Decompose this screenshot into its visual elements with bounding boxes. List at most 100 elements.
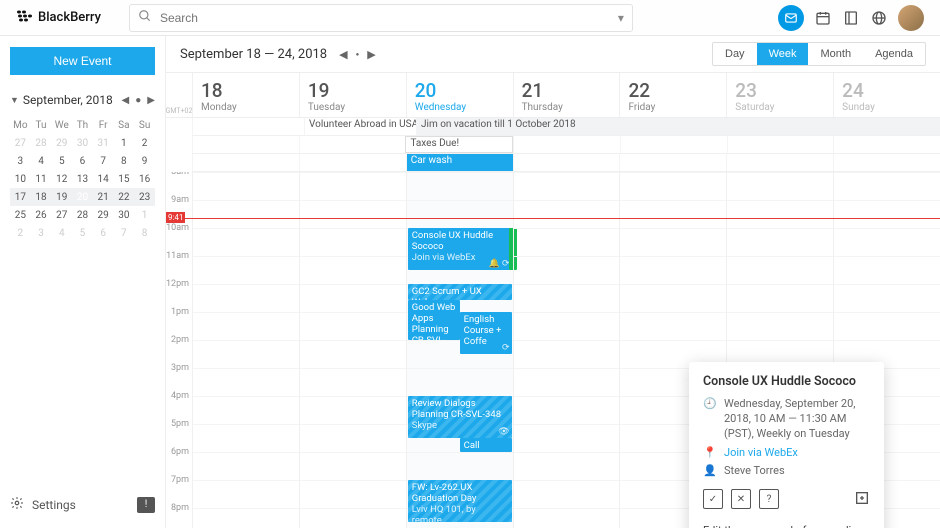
mini-day[interactable]: 19 bbox=[51, 188, 72, 206]
mini-next-icon[interactable]: ▶ bbox=[147, 95, 155, 106]
event[interactable]: GC2 Scrum + UX Webex bbox=[408, 284, 512, 300]
mini-day[interactable]: 22 bbox=[114, 188, 135, 206]
allday-event[interactable]: Car wash bbox=[406, 154, 513, 171]
popover-option[interactable]: Edit the response before sending bbox=[703, 517, 870, 528]
mini-day[interactable]: 14 bbox=[93, 170, 114, 188]
mini-day[interactable]: 30 bbox=[72, 134, 93, 152]
mini-day[interactable]: 10 bbox=[10, 170, 31, 188]
mini-day[interactable]: 15 bbox=[114, 170, 135, 188]
mini-day[interactable]: 27 bbox=[10, 134, 31, 152]
mini-day[interactable]: 28 bbox=[31, 134, 52, 152]
rsvp-accept-icon[interactable]: ✓ bbox=[703, 489, 723, 509]
avatar[interactable] bbox=[898, 5, 924, 31]
tab-week[interactable]: Week bbox=[757, 43, 809, 65]
day-header[interactable]: 18Monday bbox=[192, 73, 299, 117]
mini-day[interactable]: 26 bbox=[31, 206, 52, 224]
tab-day[interactable]: Day bbox=[713, 43, 757, 65]
mini-day[interactable]: 6 bbox=[93, 224, 114, 242]
mini-day[interactable]: 3 bbox=[10, 152, 31, 170]
hour-label: 3pm bbox=[166, 363, 192, 391]
location-icon: 📍 bbox=[703, 446, 716, 461]
rsvp-decline-icon[interactable]: ✕ bbox=[731, 489, 751, 509]
mini-day[interactable]: 2 bbox=[134, 134, 155, 152]
mini-day[interactable]: 23 bbox=[134, 188, 155, 206]
mini-day[interactable]: 7 bbox=[93, 152, 114, 170]
tab-month[interactable]: Month bbox=[808, 43, 863, 65]
collapse-icon[interactable]: ▼ bbox=[10, 95, 19, 106]
open-event-icon[interactable] bbox=[854, 490, 870, 509]
mini-day[interactable]: 6 bbox=[72, 152, 93, 170]
mini-day[interactable]: 5 bbox=[72, 224, 93, 242]
mini-day[interactable]: 28 bbox=[72, 206, 93, 224]
mini-day[interactable]: 2 bbox=[10, 224, 31, 242]
rsvp-tentative-icon[interactable]: ? bbox=[759, 489, 779, 509]
mini-dow: Mo bbox=[10, 117, 31, 134]
mini-day[interactable]: 5 bbox=[51, 152, 72, 170]
day-column[interactable] bbox=[299, 172, 406, 528]
mini-day[interactable]: 1 bbox=[134, 206, 155, 224]
mini-day[interactable]: 21 bbox=[93, 188, 114, 206]
next-week-icon[interactable]: ▶ bbox=[367, 48, 375, 61]
mini-calendar-month[interactable]: September, 2018 bbox=[23, 93, 122, 107]
allday-event[interactable]: Volunteer Abroad in USA bbox=[304, 118, 416, 135]
now-indicator: 9:41 bbox=[166, 218, 940, 219]
mini-day[interactable]: 7 bbox=[114, 224, 135, 242]
allday-event-span[interactable]: Jim on vacation till 1 October 2018 bbox=[416, 118, 940, 135]
mini-day[interactable]: 16 bbox=[134, 170, 155, 188]
mini-day[interactable]: 31 bbox=[93, 134, 114, 152]
mini-day[interactable]: 18 bbox=[31, 188, 52, 206]
mini-day[interactable]: 30 bbox=[114, 206, 135, 224]
contacts-icon[interactable] bbox=[842, 9, 860, 27]
search-dropdown-icon[interactable]: ▾ bbox=[618, 11, 624, 25]
notification-badge-icon[interactable]: ! bbox=[137, 497, 155, 513]
day-header[interactable]: 20Wednesday bbox=[406, 73, 513, 117]
event[interactable]: FW: Lv-262.UX Graduation DayLviv HQ 101,… bbox=[408, 480, 512, 522]
tab-agenda[interactable]: Agenda bbox=[863, 43, 925, 65]
globe-icon[interactable] bbox=[870, 9, 888, 27]
mini-day[interactable]: 29 bbox=[93, 206, 114, 224]
mini-day[interactable]: 27 bbox=[51, 206, 72, 224]
event[interactable]: Review Dialogs Planning CR-SVL-348Skype👁 bbox=[408, 396, 512, 438]
mini-day[interactable]: 20 bbox=[72, 188, 93, 206]
mini-day[interactable]: 1 bbox=[114, 134, 135, 152]
mini-day[interactable]: 17 bbox=[10, 188, 31, 206]
event[interactable]: Good Web Apps Planning CR-SVL-348Skype bbox=[408, 300, 460, 340]
mini-prev-icon[interactable]: ◀ bbox=[122, 95, 130, 106]
day-header[interactable]: 22Friday bbox=[619, 73, 726, 117]
mini-calendar[interactable]: MoTuWeThFrSaSu 2728293031123456789101112… bbox=[10, 117, 155, 242]
popover-link[interactable]: Join via WebEx bbox=[724, 446, 798, 461]
mail-icon[interactable] bbox=[778, 5, 804, 31]
mini-day[interactable]: 29 bbox=[51, 134, 72, 152]
search-input[interactable] bbox=[160, 11, 618, 25]
day-column[interactable] bbox=[192, 172, 299, 528]
gear-icon[interactable] bbox=[10, 496, 24, 513]
today-dot-icon[interactable]: ● bbox=[356, 51, 360, 58]
mini-day[interactable]: 3 bbox=[31, 224, 52, 242]
settings-label[interactable]: Settings bbox=[32, 498, 76, 512]
mini-day[interactable]: 12 bbox=[51, 170, 72, 188]
mini-day[interactable]: 8 bbox=[114, 152, 135, 170]
event[interactable]: Console UX Huddle SococoJoin via WebEx🔔 … bbox=[408, 228, 512, 270]
search-bar[interactable]: ▾ bbox=[129, 4, 633, 32]
mini-day[interactable]: 4 bbox=[31, 152, 52, 170]
event[interactable]: English Course + Coffe⟳ bbox=[460, 312, 512, 354]
mini-day[interactable]: 8 bbox=[134, 224, 155, 242]
day-header[interactable]: 21Thursday bbox=[513, 73, 620, 117]
event[interactable]: Call Jean... bbox=[460, 438, 512, 452]
mini-dow: Sa bbox=[114, 117, 135, 134]
day-header[interactable]: 19Tuesday bbox=[299, 73, 406, 117]
mini-day[interactable]: 13 bbox=[72, 170, 93, 188]
mini-today-icon[interactable]: ● bbox=[135, 95, 141, 106]
calendar-icon[interactable] bbox=[814, 9, 832, 27]
day-header[interactable]: 23Saturday bbox=[726, 73, 833, 117]
mini-day[interactable]: 9 bbox=[134, 152, 155, 170]
day-header[interactable]: 24Sunday bbox=[833, 73, 940, 117]
mini-day[interactable]: 4 bbox=[51, 224, 72, 242]
allday-event[interactable]: Taxes Due! bbox=[405, 136, 513, 153]
day-column[interactable]: Console UX Huddle SococoJoin via WebEx🔔 … bbox=[406, 172, 513, 528]
prev-week-icon[interactable]: ◀ bbox=[339, 48, 347, 61]
day-column[interactable] bbox=[513, 172, 620, 528]
new-event-button[interactable]: New Event bbox=[10, 47, 155, 75]
mini-day[interactable]: 11 bbox=[31, 170, 52, 188]
mini-day[interactable]: 25 bbox=[10, 206, 31, 224]
